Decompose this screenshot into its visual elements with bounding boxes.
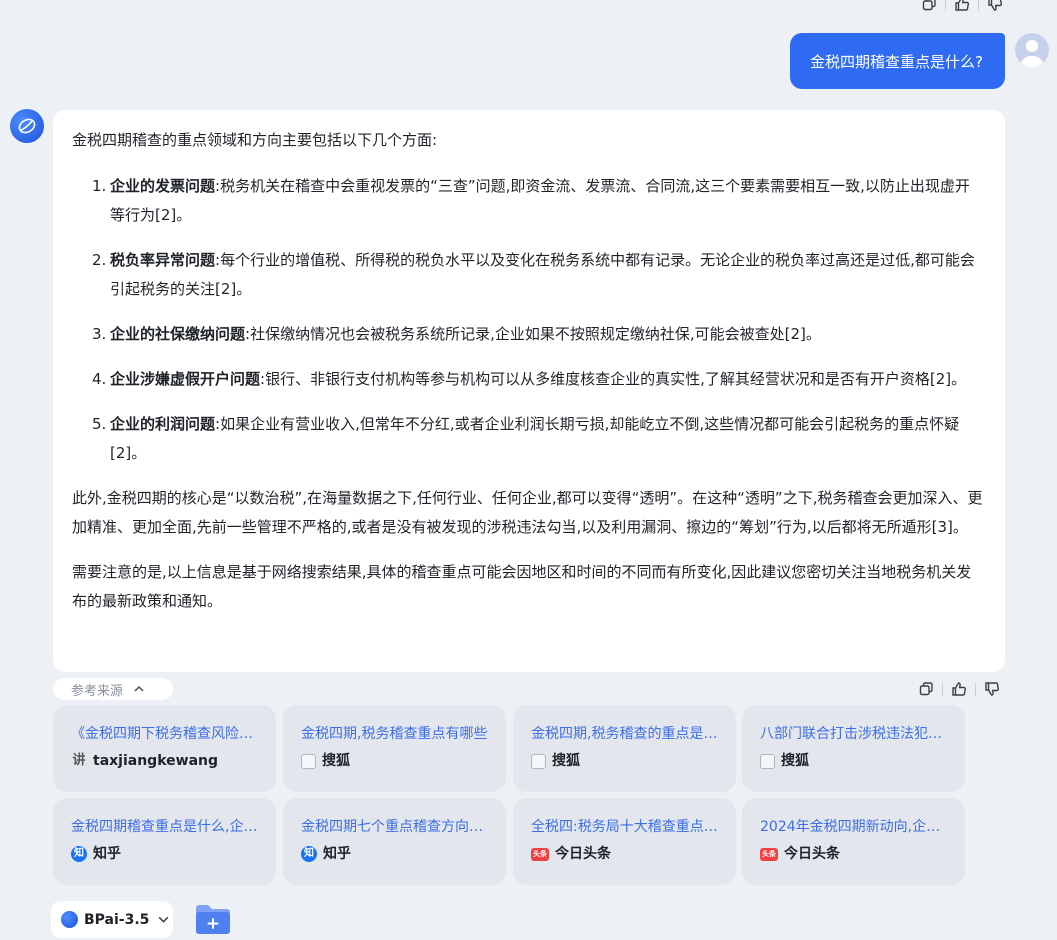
list-item-text: :如果企业有营业收入,但常年不分红,或者企业利润长期亏损,却能屹立不倒,这些情况… bbox=[110, 415, 960, 462]
sources-label: 参考来源 bbox=[71, 683, 124, 699]
source-title: 金税四期七个重点稽查方向企业必看 bbox=[301, 819, 492, 835]
sohu-icon bbox=[531, 753, 546, 769]
source-card[interactable]: 2024年金税四期新动向,企业须注意 头条今日头条 bbox=[742, 798, 965, 885]
list-item-title: 企业的社保缴纳问题 bbox=[110, 325, 246, 343]
list-item-text: :银行、非银行支付机构等参与机构可以从多维度核查企业的真实性,了解其经营状况和是… bbox=[260, 370, 967, 388]
source-title: 八部门联合打击涉税违法犯罪行为 bbox=[760, 726, 951, 742]
source-card[interactable]: 金税四期稽查重点是什么,企业该如何应对 知知乎 bbox=[53, 798, 276, 885]
source-site: 搜狐 bbox=[531, 752, 722, 770]
source-site-name: 搜狐 bbox=[552, 753, 580, 769]
list-item: 4. 企业涉嫌虚假开户问题:银行、非银行支付机构等参与机构可以从多维度核查企业的真… bbox=[72, 365, 985, 394]
previous-message-actions bbox=[919, 0, 1005, 14]
source-card[interactable]: 金税四期,税务稽查重点有哪些 搜狐 bbox=[283, 705, 506, 792]
list-number: 2. bbox=[92, 251, 107, 269]
model-logo-icon bbox=[61, 911, 78, 928]
source-site: 头条 今日头条 bbox=[760, 845, 951, 863]
jiang-icon: 讲 bbox=[72, 753, 86, 768]
toutiao-icon: 头条 bbox=[760, 847, 778, 861]
list-item: 2. 税负率异常问题:每个行业的增值税、所得税的税负水平以及变化在税务系统中都有记… bbox=[72, 246, 985, 304]
answer-intro: 金税四期稽查的重点领域和方向主要包括以下几个方面: bbox=[72, 131, 438, 149]
sources-toggle[interactable]: 参考来源 bbox=[53, 678, 173, 700]
list-item: 3. 企业的社保缴纳问题:社保缴纳情况也会被税务系统所记录,企业如果不按照规定缴纳… bbox=[72, 320, 985, 349]
zhihu-icon: 知 bbox=[301, 846, 317, 862]
user-message-bubble: 金税四期稽查重点是什么? bbox=[790, 33, 1005, 89]
assistant-avatar bbox=[10, 109, 44, 143]
source-site-name: 今日头条 bbox=[555, 846, 611, 862]
source-title: 全税四:税务局十大稽查重点曝光 bbox=[531, 819, 722, 835]
thumbs-up-icon[interactable] bbox=[949, 679, 969, 699]
chevron-down-icon bbox=[159, 916, 169, 923]
new-folder-button[interactable] bbox=[194, 902, 234, 936]
thumbs-down-icon[interactable] bbox=[985, 0, 1005, 14]
source-site-name: 搜狐 bbox=[781, 753, 809, 769]
copy-icon[interactable] bbox=[916, 679, 936, 699]
sohu-icon bbox=[301, 753, 316, 769]
thumbs-up-icon[interactable] bbox=[952, 0, 972, 14]
model-selector[interactable]: BPai-3.5 bbox=[51, 901, 173, 938]
source-site-name: 搜狐 bbox=[322, 753, 350, 769]
source-site-name: taxjiangkewang bbox=[93, 753, 219, 769]
source-title: 2024年金税四期新动向,企业须注意 bbox=[760, 819, 951, 835]
source-site-name: 知乎 bbox=[323, 846, 351, 862]
source-title: 金税四期,税务稽查的重点是什么 bbox=[531, 726, 722, 742]
source-card[interactable]: 八部门联合打击涉税违法犯罪行为 搜狐 bbox=[742, 705, 965, 792]
user-avatar bbox=[1015, 33, 1049, 67]
folder-plus-icon bbox=[196, 905, 230, 934]
toutiao-icon: 头条 bbox=[531, 847, 549, 861]
divider bbox=[945, 0, 946, 11]
source-site: 讲 taxjiangkewang bbox=[71, 752, 262, 770]
list-number: 5. bbox=[92, 415, 107, 433]
list-item-text: :税务机关在稽查中会重视发票的“三查”问题,即资金流、发票流、合同流,这三个要素… bbox=[110, 177, 970, 224]
list-item-text: :社保缴纳情况也会被税务系统所记录,企业如果不按照规定缴纳社保,可能会被查处[2… bbox=[245, 325, 821, 343]
copy-icon[interactable] bbox=[919, 0, 939, 14]
source-card[interactable]: 《金税四期下税务稽查风险点及应对》 讲 taxjiangkewang bbox=[53, 705, 276, 792]
list-number: 4. bbox=[92, 370, 107, 388]
answer-list: 1. 企业的发票问题:税务机关在稽查中会重视发票的“三查”问题,即资金流、发票流、… bbox=[72, 172, 985, 468]
source-card[interactable]: 金税四期,税务稽查的重点是什么 搜狐 bbox=[513, 705, 736, 792]
list-item: 5. 企业的利润问题:如果企业有营业收入,但常年不分红,或者企业利润长期亏损,却能… bbox=[72, 410, 985, 468]
list-number: 3. bbox=[92, 325, 107, 343]
source-site: 搜狐 bbox=[760, 752, 951, 770]
source-title: 金税四期,税务稽查重点有哪些 bbox=[301, 726, 488, 742]
divider bbox=[942, 682, 943, 696]
list-number: 1. bbox=[92, 177, 107, 195]
answer-paragraph: 此外,金税四期的核心是“以数治税”,在海量数据之下,任何行业、任何企业,都可以变… bbox=[72, 489, 983, 536]
source-card[interactable]: 金税四期七个重点稽查方向企业必看 知知乎 bbox=[283, 798, 506, 885]
source-site-name: 知乎 bbox=[93, 846, 121, 862]
thumbs-down-icon[interactable] bbox=[982, 679, 1002, 699]
source-card[interactable]: 全税四:税务局十大稽查重点曝光 头条 今日头条 bbox=[513, 798, 736, 885]
model-name: BPai-3.5 bbox=[84, 911, 150, 928]
source-site: 知知乎 bbox=[71, 845, 262, 863]
list-item-text: :每个行业的增值税、所得税的税负水平以及变化在税务系统中都有记录。无论企业的税负… bbox=[110, 251, 975, 298]
list-item: 1. 企业的发票问题:税务机关在稽查中会重视发票的“三查”问题,即资金流、发票流、… bbox=[72, 172, 985, 230]
source-site: 头条 今日头条 bbox=[531, 845, 722, 863]
source-title: 金税四期稽查重点是什么,企业该如何应对 bbox=[71, 819, 262, 835]
assistant-answer-card: 金税四期稽查的重点领域和方向主要包括以下几个方面: 1. 企业的发票问题:税务机关… bbox=[53, 110, 1005, 672]
answer-actions bbox=[916, 679, 1002, 699]
divider bbox=[975, 682, 976, 696]
source-site: 知知乎 bbox=[301, 845, 492, 863]
list-item-title: 税负率异常问题 bbox=[110, 251, 216, 269]
source-title: 《金税四期下税务稽查风险点及应对》 bbox=[71, 726, 262, 742]
zhihu-icon: 知 bbox=[71, 846, 87, 862]
list-item-title: 企业涉嫌虚假开户问题 bbox=[110, 370, 261, 388]
user-message-row: 金税四期稽查重点是什么? bbox=[790, 33, 1049, 89]
answer-paragraph: 需要注意的是,以上信息是基于网络搜索结果,具体的稽查重点可能会因地区和时间的不同… bbox=[72, 563, 972, 610]
list-item-title: 企业的发票问题 bbox=[110, 177, 216, 195]
divider bbox=[978, 0, 979, 11]
source-site-name: 今日头条 bbox=[784, 846, 840, 862]
list-item-title: 企业的利润问题 bbox=[110, 415, 216, 433]
sohu-icon bbox=[760, 753, 775, 769]
source-site: 搜狐 bbox=[301, 752, 492, 770]
chevron-up-icon bbox=[134, 685, 144, 692]
